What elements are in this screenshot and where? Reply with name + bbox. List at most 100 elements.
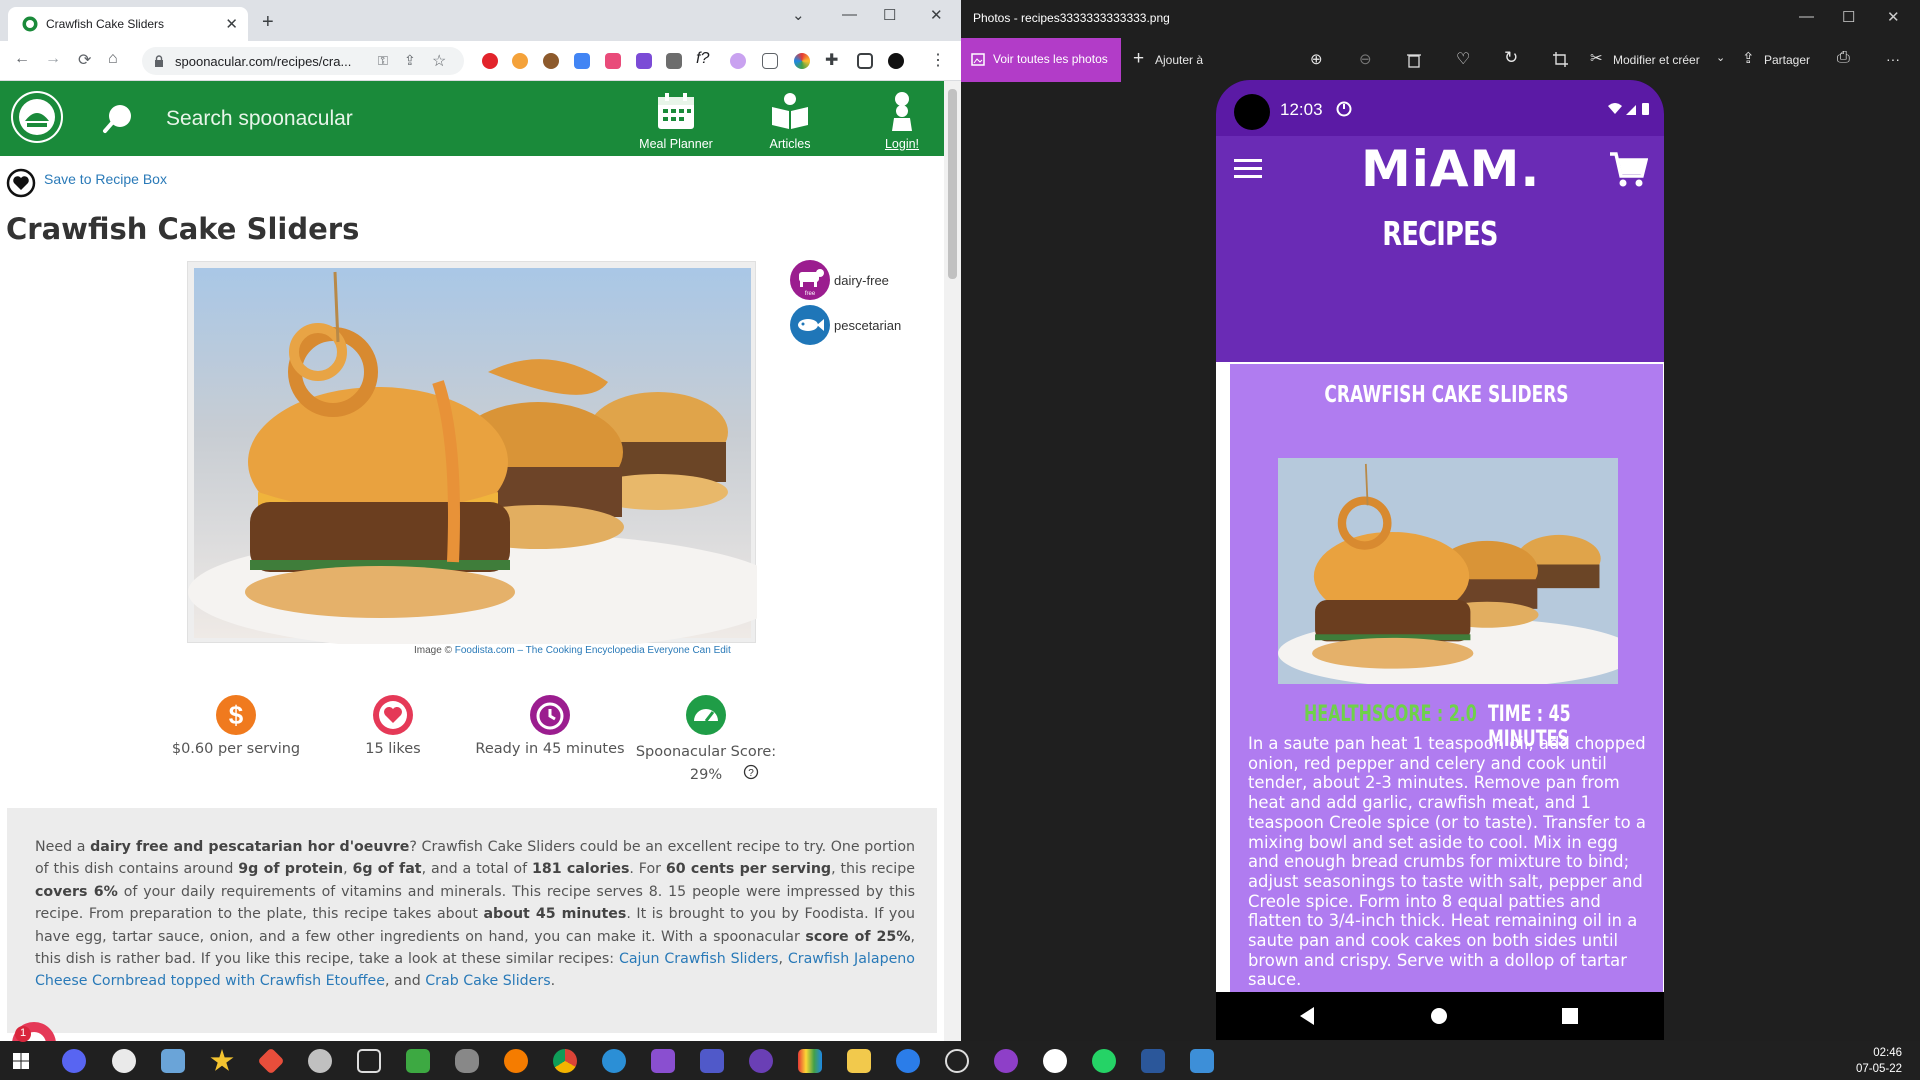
visual-studio-app-icon[interactable] xyxy=(651,1049,675,1073)
page-scrollbar[interactable] xyxy=(944,81,961,1041)
nav-home-icon[interactable] xyxy=(1430,1007,1448,1025)
extensions-puzzle-icon[interactable]: ✚ xyxy=(825,50,838,70)
crop-icon[interactable] xyxy=(1553,52,1568,67)
v-extension-icon[interactable] xyxy=(636,53,652,69)
new-tab-button[interactable]: + xyxy=(262,11,274,34)
whatsapp-app-icon[interactable] xyxy=(1092,1049,1116,1073)
more-options-icon[interactable]: ··· xyxy=(1886,51,1900,95)
qt-app-icon[interactable] xyxy=(406,1049,430,1073)
hamburger-menu-icon[interactable] xyxy=(1234,158,1262,180)
translate-extension-icon[interactable] xyxy=(574,53,590,69)
browser-menu-icon[interactable]: ⋮ xyxy=(930,50,946,70)
iptv-app-icon[interactable] xyxy=(749,1049,773,1073)
edge-app-icon[interactable] xyxy=(602,1049,626,1073)
recipe-card[interactable]: CRAWFISH CAKE SLIDERS HEALTHSCORE : 2.0 … xyxy=(1230,364,1663,1012)
tab-search-icon[interactable]: ⌄ xyxy=(792,6,805,24)
photos-app-icon[interactable] xyxy=(1190,1049,1214,1073)
clock-date: 07-05-22 xyxy=(1855,1063,1902,1075)
color-picker-extension-icon[interactable] xyxy=(794,53,810,69)
forward-arrow-icon[interactable]: → xyxy=(45,50,61,68)
summary-bold: about 45 minutes xyxy=(483,906,627,923)
system-clock[interactable]: 02:46 07-05-22 xyxy=(1856,1045,1902,1077)
phone-status-bar: 12:03 xyxy=(1216,80,1664,136)
chef-icon xyxy=(892,92,912,131)
maximize-button[interactable]: ☐ xyxy=(1842,8,1855,26)
code-extension-icon[interactable] xyxy=(762,53,778,69)
git-app-icon[interactable] xyxy=(257,1047,285,1075)
save-to-recipe-box-link[interactable]: Save to Recipe Box xyxy=(44,171,167,187)
spoonacular-logo[interactable] xyxy=(8,88,66,146)
opera-extension-icon[interactable] xyxy=(482,53,498,69)
wacom-app-icon[interactable] xyxy=(1043,1049,1067,1073)
discord-app-icon[interactable] xyxy=(62,1049,86,1073)
database-app-icon[interactable] xyxy=(455,1049,479,1073)
sync-icon xyxy=(1336,101,1352,117)
similar-recipe-link[interactable]: Crab Cake Sliders xyxy=(425,973,550,989)
close-window-button[interactable]: ✕ xyxy=(930,6,943,24)
color-app-icon[interactable] xyxy=(798,1049,822,1073)
settings-gear-app-icon[interactable] xyxy=(112,1049,136,1073)
gauge-icon xyxy=(686,695,726,735)
box-app-icon[interactable] xyxy=(357,1049,381,1073)
credit-link[interactable]: Foodista.com – The Cooking Encyclopedia … xyxy=(455,645,731,656)
similar-recipe-link[interactable]: Cajun Crawfish Sliders xyxy=(619,951,778,967)
back-arrow-icon[interactable]: ← xyxy=(14,50,30,68)
tab-close-icon[interactable]: ✕ xyxy=(225,15,238,33)
miam-app-header: MiAM. RECIPES xyxy=(1216,136,1664,362)
pescetarian-badge[interactable]: pescetarian xyxy=(790,305,961,345)
heart-save-icon[interactable] xyxy=(6,168,36,198)
close-window-button[interactable]: ✕ xyxy=(1887,8,1900,26)
file-explorer-app-icon[interactable] xyxy=(847,1049,871,1073)
delete-icon[interactable] xyxy=(1407,52,1421,68)
chrome-app-icon[interactable] xyxy=(553,1049,577,1073)
home-icon[interactable]: ⌂ xyxy=(108,50,118,68)
scrollbar-thumb[interactable] xyxy=(948,89,957,279)
see-all-photos-button[interactable]: Voir toutes les photos xyxy=(961,38,1121,82)
address-bar[interactable]: spoonacular.com/recipes/cra... ⚿ ⇪ ☆ xyxy=(142,47,464,75)
minimize-button[interactable]: — xyxy=(842,6,857,23)
search-input[interactable]: Search spoonacular xyxy=(166,107,353,131)
help-icon[interactable]: ? xyxy=(743,764,759,780)
chat-app-icon[interactable] xyxy=(896,1049,920,1073)
windows-start-icon[interactable] xyxy=(13,1053,29,1069)
badge-label: dairy-free xyxy=(834,273,889,288)
nav-recents-icon[interactable] xyxy=(1562,1008,1578,1024)
teams-app-icon[interactable] xyxy=(700,1049,724,1073)
nav-meal-planner[interactable]: Meal Planner xyxy=(636,91,716,151)
github-app-icon[interactable] xyxy=(994,1049,1018,1073)
bookmark-star-icon[interactable]: ☆ xyxy=(432,51,446,71)
side-panel-icon[interactable] xyxy=(857,53,873,69)
c-extension-icon[interactable] xyxy=(666,53,682,69)
minimize-button[interactable]: — xyxy=(1799,8,1814,25)
site-header: Search spoonacular Meal Planner Articles… xyxy=(0,81,944,156)
maximize-button[interactable]: ☐ xyxy=(883,6,896,24)
block-extension-icon[interactable] xyxy=(605,53,621,69)
cube-app-icon[interactable] xyxy=(161,1049,185,1073)
sublime-app-icon[interactable] xyxy=(504,1049,528,1073)
add-to-label: Ajouter à xyxy=(1155,53,1204,67)
unity-app-icon[interactable] xyxy=(945,1049,969,1073)
card-recipe-image xyxy=(1278,458,1618,684)
shopping-cart-icon[interactable] xyxy=(1608,150,1648,190)
edit-wand-icon: ✂ xyxy=(1590,50,1603,67)
wave-extension-icon[interactable] xyxy=(730,53,746,69)
dairy-free-badge[interactable]: free dairy-free xyxy=(790,260,961,300)
nav-label: Articles xyxy=(769,137,811,151)
star-app-icon[interactable] xyxy=(210,1049,234,1071)
share-icon[interactable]: ⇪ xyxy=(404,52,416,69)
nav-back-icon[interactable] xyxy=(1298,1006,1316,1026)
search-icon[interactable] xyxy=(102,103,134,135)
cookie-extension-icon[interactable] xyxy=(512,53,528,69)
key-icon[interactable]: ⚿ xyxy=(378,53,388,69)
nav-articles[interactable]: Articles xyxy=(750,91,830,151)
print-icon[interactable]: ⎙ xyxy=(1837,49,1850,93)
formula-extension-icon[interactable]: f? xyxy=(696,50,709,68)
coffee-extension-icon[interactable] xyxy=(543,53,559,69)
brain-app-icon[interactable] xyxy=(308,1049,332,1073)
browser-tab[interactable]: Crawfish Cake Sliders ✕ xyxy=(8,7,248,41)
profile-avatar[interactable] xyxy=(888,53,904,69)
summary-bold: 60 cents per serving xyxy=(665,861,832,878)
word-app-icon[interactable] xyxy=(1141,1049,1165,1073)
nav-login[interactable]: Login! xyxy=(862,91,942,151)
reload-icon[interactable]: ⟳ xyxy=(78,50,91,70)
